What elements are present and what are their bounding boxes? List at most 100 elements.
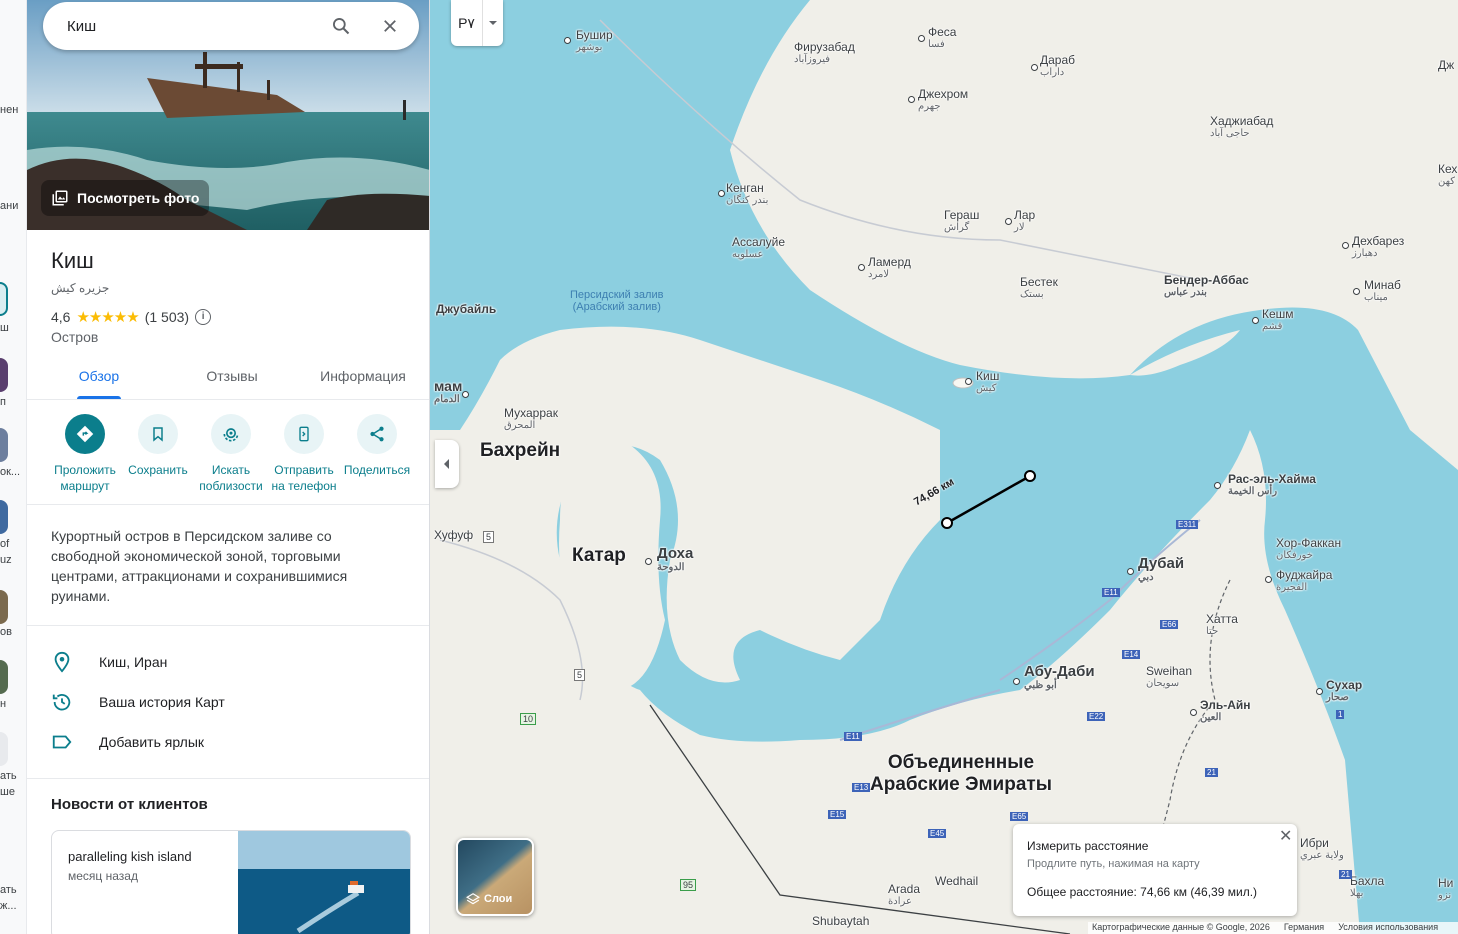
city-lar[interactable]: Лар لار bbox=[1014, 208, 1035, 233]
city-marker[interactable] bbox=[718, 190, 725, 197]
search-icon[interactable] bbox=[331, 16, 351, 36]
script-toggle-label[interactable]: Р۷ bbox=[451, 0, 483, 46]
city-marker[interactable] bbox=[1214, 482, 1221, 489]
close-icon[interactable]: ✕ bbox=[1279, 826, 1292, 846]
rail-recent-thumb[interactable] bbox=[0, 660, 8, 694]
city-nizwa[interactable]: Ни نزو bbox=[1438, 876, 1453, 901]
city-hatta[interactable]: Хатта حتا bbox=[1206, 612, 1238, 637]
layers-button[interactable]: Слои bbox=[456, 838, 534, 916]
save-button[interactable]: Сохранить bbox=[118, 414, 198, 478]
label-script-toggle[interactable]: Р۷ bbox=[451, 0, 503, 46]
rail-recent-thumb[interactable] bbox=[0, 500, 8, 534]
rail-text[interactable]: п bbox=[0, 396, 26, 408]
rail-recent-thumb[interactable] bbox=[0, 590, 8, 624]
info-icon[interactable]: i bbox=[195, 309, 212, 325]
rail-text[interactable]: нен bbox=[0, 104, 26, 116]
country-qatar[interactable]: Катар bbox=[572, 545, 626, 567]
city-dammam[interactable]: мам الدمام bbox=[434, 378, 462, 405]
city-jiroft[interactable]: Дж bbox=[1438, 58, 1454, 72]
rail-text[interactable]: of bbox=[0, 538, 26, 550]
city-fasa[interactable]: Феса فسا bbox=[928, 25, 956, 50]
search-box[interactable]: Киш bbox=[43, 2, 419, 50]
city-ibri[interactable]: Ибри ولاية عبري bbox=[1300, 836, 1344, 861]
history-row[interactable]: Ваша история Карт bbox=[51, 691, 225, 713]
city-qeshm[interactable]: Кешм قشم bbox=[1262, 307, 1294, 332]
tab-info[interactable]: Информация bbox=[313, 368, 413, 384]
rail-text[interactable]: ш bbox=[0, 322, 26, 334]
city-marker[interactable] bbox=[645, 558, 652, 565]
city-marker[interactable] bbox=[564, 37, 571, 44]
city-marker[interactable] bbox=[462, 391, 469, 398]
share-button[interactable]: Поделиться bbox=[337, 414, 417, 478]
city-marker[interactable] bbox=[1190, 709, 1197, 716]
city-shubaytah[interactable]: Shubaytah bbox=[812, 914, 869, 928]
city-asaluyeh[interactable]: Ассалуйе عسلویه bbox=[732, 235, 785, 260]
city-marker[interactable] bbox=[1013, 678, 1020, 685]
city-kish[interactable]: Киш کیش bbox=[976, 369, 999, 394]
rail-text[interactable]: ать bbox=[0, 884, 26, 896]
city-ras-al-khaimah[interactable]: Рас-эль-Хайма رأس الخيمة bbox=[1228, 472, 1316, 497]
rail-text[interactable]: н bbox=[0, 698, 26, 710]
rail-recent-thumb[interactable] bbox=[0, 428, 8, 462]
add-label-row[interactable]: Добавить ярлык bbox=[51, 731, 204, 753]
tab-reviews[interactable]: Отзывы bbox=[197, 368, 267, 384]
city-marker[interactable] bbox=[1127, 568, 1134, 575]
city-marker[interactable] bbox=[1252, 317, 1259, 324]
city-dubai[interactable]: Дубай دبي bbox=[1138, 555, 1184, 583]
city-gerash[interactable]: Гераш گراش bbox=[944, 208, 979, 233]
address-row[interactable]: Киш, Иран bbox=[51, 651, 167, 673]
city-khorfakkan[interactable]: Хор-Факкан خورفكان bbox=[1276, 536, 1341, 561]
city-dehbarez[interactable]: Дехбарез دهبارز bbox=[1352, 234, 1404, 259]
reviews-count[interactable]: (1 503) bbox=[145, 309, 189, 325]
place-category[interactable]: Остров bbox=[51, 329, 98, 345]
search-input[interactable]: Киш bbox=[67, 18, 96, 35]
city-hofuf[interactable]: Хуфуф bbox=[434, 528, 473, 542]
news-card[interactable]: paralleling kish island месяц назад bbox=[51, 830, 411, 934]
city-kahnuj[interactable]: Кех کهن bbox=[1438, 162, 1457, 187]
rail-text[interactable]: ж... bbox=[0, 900, 26, 912]
city-doha[interactable]: Доха الدوحة bbox=[657, 545, 693, 573]
rail-recent-thumb[interactable] bbox=[0, 282, 8, 316]
city-marker[interactable] bbox=[918, 35, 925, 42]
city-marker[interactable] bbox=[1342, 242, 1349, 249]
city-bushehr[interactable]: Бушир بوشهر bbox=[576, 28, 613, 53]
city-hajiabad[interactable]: Хаджиабад حاجی آباد bbox=[1210, 114, 1273, 139]
city-marker[interactable] bbox=[1316, 688, 1323, 695]
country-uae[interactable]: Объединенные Арабские Эмираты bbox=[870, 752, 1052, 796]
city-marker[interactable] bbox=[858, 264, 865, 271]
send-to-phone-button[interactable]: Отправить на телефон bbox=[264, 414, 344, 494]
city-darab[interactable]: Дараб داراب bbox=[1040, 53, 1075, 78]
chevron-down-icon[interactable] bbox=[483, 0, 503, 46]
city-firuzabad[interactable]: Фирузабад فیروزآباد bbox=[794, 40, 855, 65]
nearby-button[interactable]: Искать поблизости bbox=[191, 414, 271, 494]
hero-photo[interactable]: Киш Посмотреть фото bbox=[27, 0, 429, 230]
directions-button[interactable]: Проложить маршрут bbox=[45, 414, 125, 494]
tab-overview[interactable]: Обзор bbox=[77, 368, 121, 384]
rail-recent-thumb[interactable] bbox=[0, 358, 8, 392]
rail-text[interactable]: uz bbox=[0, 554, 26, 566]
city-kangan[interactable]: Кенган بندر کنگان bbox=[726, 181, 768, 206]
close-icon[interactable] bbox=[381, 17, 399, 35]
city-marker[interactable] bbox=[1031, 64, 1038, 71]
city-sweihan[interactable]: Sweihan سويحان bbox=[1146, 664, 1192, 689]
city-bahla[interactable]: Бахла بهلا bbox=[1350, 874, 1384, 899]
city-lamerd[interactable]: Ламерд لامرد bbox=[868, 255, 911, 280]
city-marker[interactable] bbox=[1353, 288, 1360, 295]
city-muharraq[interactable]: Мухаррак المحرق bbox=[504, 406, 558, 431]
city-marker[interactable] bbox=[965, 378, 972, 385]
city-abu-dhabi[interactable]: Абу-Даби أبو ظبي bbox=[1024, 663, 1095, 691]
city-sohar[interactable]: Сухар صحار bbox=[1326, 678, 1362, 703]
country-bahrain[interactable]: Бахрейн bbox=[480, 440, 560, 462]
map-canvas[interactable]: Бушир بوشهر Фирузабад فیروزآباد Феса فسا Да… bbox=[430, 0, 1458, 934]
city-jahrom[interactable]: Джехром جهرم bbox=[918, 87, 968, 112]
rail-text[interactable]: ов bbox=[0, 626, 26, 638]
rail-text[interactable]: ше bbox=[0, 786, 26, 798]
rail-add-thumb[interactable] bbox=[0, 732, 8, 766]
collapse-panel-button[interactable] bbox=[435, 440, 459, 488]
rail-text[interactable]: ать bbox=[0, 770, 26, 782]
city-bandar-abbas[interactable]: Бендер-Аббас بندر عباس bbox=[1164, 273, 1249, 298]
city-marker[interactable] bbox=[908, 96, 915, 103]
city-arada[interactable]: Arada عرادة bbox=[888, 882, 920, 907]
map-country[interactable]: Германия bbox=[1284, 922, 1324, 934]
map-data-attribution[interactable]: Картографические данные © Google, 2026 bbox=[1092, 922, 1270, 934]
